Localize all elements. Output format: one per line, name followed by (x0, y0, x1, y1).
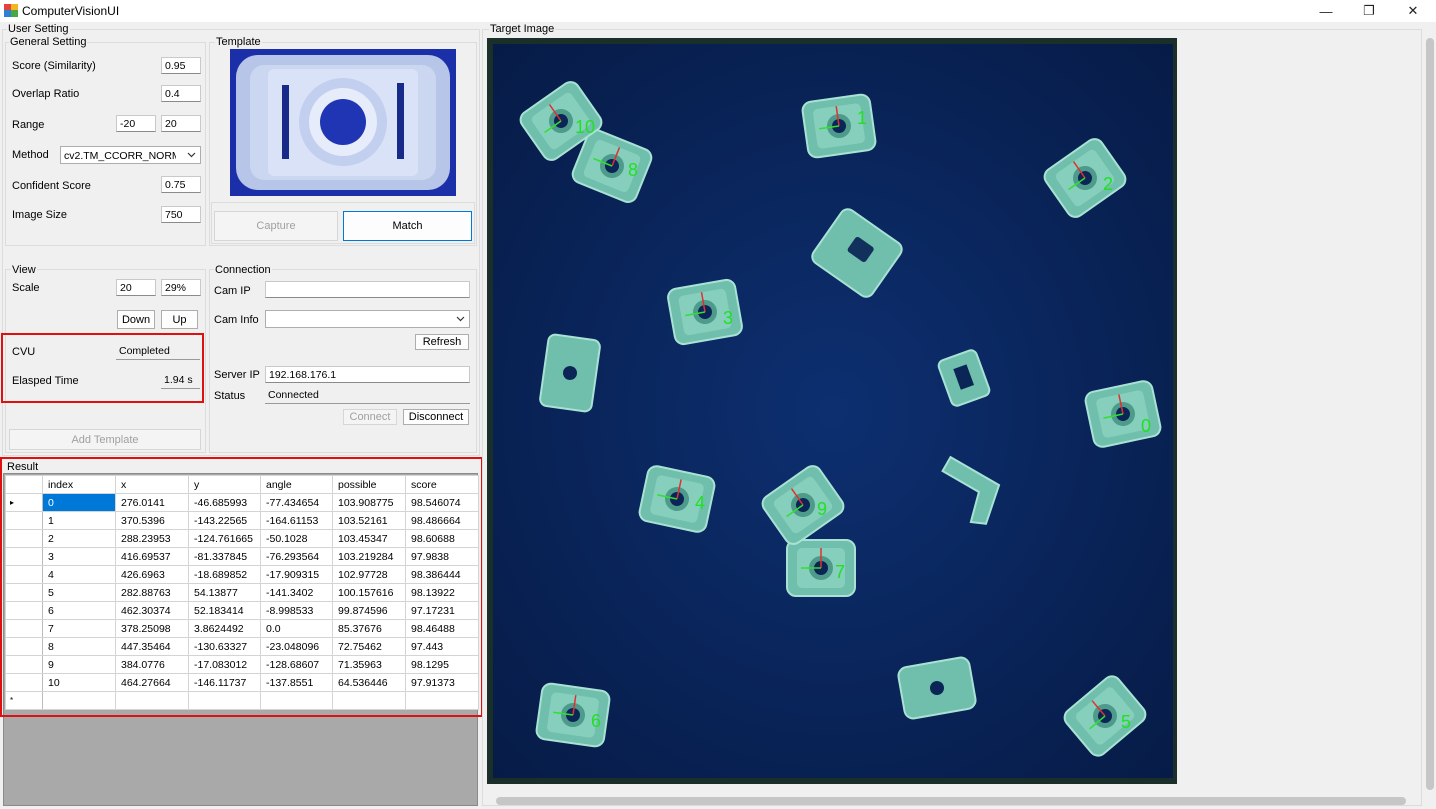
refresh-button[interactable]: Refresh (415, 334, 469, 350)
method-select-value: cv2.TM_CCORR_NORMED (64, 150, 176, 162)
elapsed-time-value: 1.94 s (161, 372, 200, 389)
connection-title: Connection (214, 264, 272, 276)
method-label: Method (12, 149, 49, 161)
detection-label: 6 (591, 711, 601, 731)
detection-label: 3 (723, 308, 733, 328)
target-image-canvas[interactable]: 0 1 2 3 4 5 6 7 8 9 10 (487, 38, 1177, 784)
range-label: Range (12, 119, 45, 131)
cam-ip-label: Cam IP (214, 285, 251, 297)
user-setting-title: User Setting (7, 23, 70, 35)
chevron-down-icon (187, 152, 196, 158)
image-size-input[interactable]: 750 (161, 206, 201, 223)
score-label: Score (Similarity) (12, 60, 96, 72)
detection-label: 8 (628, 160, 638, 180)
detection-label: 1 (857, 108, 867, 128)
title-bar (0, 0, 1436, 22)
confident-input[interactable]: 0.75 (161, 176, 201, 193)
method-select[interactable]: cv2.TM_CCORR_NORMED (60, 146, 201, 164)
capture-button[interactable]: Capture (214, 211, 338, 241)
server-ip-label: Server IP (214, 369, 260, 381)
undetected-part (539, 333, 601, 413)
template-title: Template (215, 36, 262, 48)
elapsed-time-label: Elasped Time (12, 375, 79, 387)
app-icon (4, 4, 18, 17)
general-setting-title: General Setting (9, 36, 88, 48)
detection-label: 5 (1121, 712, 1131, 732)
match-button[interactable]: Match (343, 211, 472, 241)
close-button[interactable]: ✕ (1391, 0, 1435, 22)
detection-label: 7 (835, 562, 845, 582)
image-size-label: Image Size (12, 209, 68, 221)
cam-info-label: Cam Info (214, 314, 259, 326)
target-image-title: Target Image (489, 23, 556, 35)
horizontal-scrollbar[interactable] (496, 797, 1406, 805)
maximize-button[interactable]: ❐ (1347, 0, 1391, 22)
up-button[interactable]: Up (161, 310, 198, 329)
cvu-status-value: Completed (116, 343, 200, 360)
server-ip-input[interactable]: 192.168.176.1 (265, 366, 470, 383)
status-label: Status (214, 390, 246, 402)
cam-ip-input[interactable] (265, 281, 470, 298)
vertical-scrollbar[interactable] (1426, 38, 1434, 790)
view-title: View (11, 264, 37, 276)
down-button[interactable]: Down (117, 310, 155, 329)
scale-label: Scale (12, 282, 40, 294)
detection-label: 10 (575, 117, 595, 137)
range-min-input[interactable]: -20 (116, 115, 156, 132)
connect-button[interactable]: Connect (343, 409, 397, 425)
detection-label: 9 (817, 499, 827, 519)
detection-label: 0 (1141, 416, 1151, 436)
overlap-input[interactable]: 0.4 (161, 85, 201, 102)
result-highlight-box (0, 457, 483, 717)
disconnect-button[interactable]: Disconnect (403, 409, 469, 425)
overlap-label: Overlap Ratio (12, 88, 80, 100)
scale-input[interactable]: 20 (116, 279, 156, 296)
detection-label: 2 (1103, 174, 1113, 194)
connection-status-value: Connected (265, 387, 470, 404)
window-title: ComputerVisionUI (22, 4, 120, 18)
cvu-label: CVU (12, 346, 36, 358)
confident-label: Confident Score (12, 180, 91, 192)
template-image (230, 49, 456, 196)
detection-label: 4 (695, 493, 705, 513)
add-template-button[interactable]: Add Template (9, 429, 201, 450)
cam-info-select[interactable] (265, 310, 470, 328)
chevron-down-icon (456, 316, 465, 322)
undetected-part (897, 656, 977, 720)
scale-percent-input[interactable]: 29% (161, 279, 201, 296)
range-max-input[interactable]: 20 (161, 115, 201, 132)
minimize-button[interactable]: — (1304, 0, 1348, 22)
score-input[interactable]: 0.95 (161, 57, 201, 74)
